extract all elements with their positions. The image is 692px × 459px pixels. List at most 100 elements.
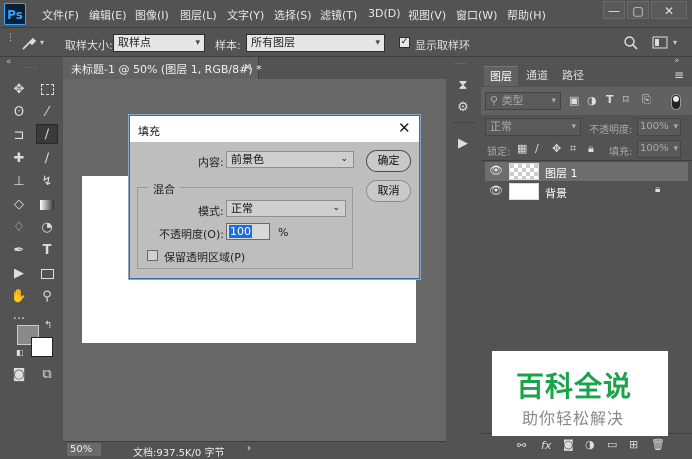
brush-tool-icon[interactable]: ∕	[36, 149, 58, 169]
restore-button[interactable]: ▢	[627, 1, 649, 19]
pen-tool-icon[interactable]: ✒	[8, 241, 30, 261]
menu-type[interactable]: 文字(Y)	[227, 7, 264, 23]
watermark-subtitle: 助你轻松解决	[522, 409, 625, 428]
layer-fill-field[interactable]: 100% ▾	[637, 140, 681, 158]
mode-select[interactable]: 正常 ⌄	[226, 200, 346, 217]
dodge-tool-icon[interactable]: ◔	[36, 218, 58, 238]
layer-row-background[interactable]: 👁︎ 背景 🔒︎	[485, 182, 688, 201]
gradient-tool-icon[interactable]	[36, 195, 58, 215]
menu-3d[interactable]: 3D(D)	[368, 7, 401, 20]
healing-brush-tool-icon[interactable]: ✚	[8, 149, 30, 169]
history-panel-icon[interactable]: ⧗	[452, 76, 474, 96]
layer-filter-select[interactable]: ⚲ 类型 ▾	[485, 92, 561, 110]
search-icon[interactable]	[623, 35, 639, 51]
tab-layers[interactable]: 图层	[484, 66, 518, 86]
properties-panel-icon[interactable]: ⚙	[452, 98, 474, 118]
link-layers-icon[interactable]: ⚯	[517, 439, 526, 452]
menu-image[interactable]: 图像(I)	[135, 7, 169, 23]
filter-smart-object-icon[interactable]: ⎘	[642, 93, 651, 107]
workspace-dropdown-icon[interactable]: ▾	[673, 38, 677, 47]
layer-filter-label: 类型	[501, 94, 524, 107]
menu-select[interactable]: 选择(S)	[274, 7, 312, 23]
delete-layer-icon[interactable]: 🗑︎	[651, 438, 665, 451]
menu-layer[interactable]: 图层(L)	[180, 7, 217, 23]
filter-shape-icon[interactable]: ⌑	[623, 93, 629, 106]
dialog-titlebar[interactable]: 填充 ✕	[130, 116, 419, 142]
ok-button[interactable]: 确定	[366, 150, 411, 172]
type-tool-icon[interactable]: T	[36, 241, 58, 261]
lock-image-icon[interactable]: ∕	[535, 142, 539, 155]
opacity-input-value: 100	[229, 225, 252, 238]
filter-pixel-icon[interactable]: ▣	[569, 94, 579, 107]
filter-adjustment-icon[interactable]: ◑	[587, 94, 597, 107]
close-icon[interactable]: ×	[243, 60, 252, 73]
sample-size-value: 取样点	[118, 36, 151, 49]
close-icon[interactable]: ✕	[398, 119, 411, 137]
clone-stamp-tool-icon[interactable]: ⊥	[8, 172, 30, 192]
status-menu-arrow-icon[interactable]: ›	[247, 443, 251, 454]
tab-channels[interactable]: 通道	[520, 66, 554, 86]
menu-window[interactable]: 窗口(W)	[456, 7, 497, 23]
lock-transparent-icon[interactable]: ▦	[517, 142, 527, 155]
marquee-tool-icon[interactable]	[36, 80, 58, 100]
zoom-tool-icon[interactable]: ⚲	[36, 287, 58, 307]
hand-tool-icon[interactable]: ✋	[8, 287, 30, 307]
content-label: 内容:	[198, 156, 224, 169]
close-window-button[interactable]: ✕	[651, 1, 687, 19]
background-color-swatch[interactable]	[31, 337, 53, 357]
adjustment-layer-icon[interactable]: ◑	[585, 438, 595, 451]
screen-mode-icon[interactable]: ⧉	[36, 365, 58, 385]
sample-select[interactable]: 所有图层 ▾	[246, 34, 385, 52]
fx-icon[interactable]: fx	[541, 439, 551, 452]
workspace-icon[interactable]	[652, 35, 670, 51]
lock-row: 锁定: ▦ ∕ ✥ ⌗ 🔒︎ 填充: 100% ▾	[481, 139, 692, 161]
eye-icon[interactable]: 👁︎	[489, 164, 503, 177]
actions-play-icon[interactable]: ▶	[452, 134, 474, 154]
menu-file[interactable]: 文件(F)	[42, 7, 79, 23]
menu-filter[interactable]: 滤镜(T)	[320, 7, 357, 23]
menu-view[interactable]: 视图(V)	[408, 7, 446, 23]
lasso-tool-icon[interactable]: ʘ	[8, 103, 30, 123]
layer-row-layer1[interactable]: 👁︎ 图层 1	[485, 162, 688, 181]
tab-paths[interactable]: 路径	[556, 66, 590, 86]
minimize-button[interactable]: —	[603, 1, 625, 19]
blur-tool-icon[interactable]: ♢	[8, 218, 30, 238]
opacity-input[interactable]: 100	[226, 223, 270, 240]
blend-mode-select[interactable]: 正常 ▾	[485, 118, 581, 136]
filter-type-icon[interactable]: T	[606, 93, 614, 106]
content-select[interactable]: 前景色 ⌄	[226, 151, 354, 168]
lock-position-icon[interactable]: ✥	[552, 142, 561, 155]
history-brush-tool-icon[interactable]: ↯	[36, 172, 58, 192]
eyedropper-tool-icon[interactable]	[20, 34, 38, 52]
panel-menu-icon[interactable]: ≡	[674, 68, 684, 82]
rectangle-tool-icon[interactable]	[36, 264, 58, 284]
zoom-field[interactable]: 50%	[67, 443, 101, 456]
eye-icon[interactable]: 👁︎	[489, 184, 503, 197]
swap-colors-icon[interactable]: ↰	[44, 320, 52, 331]
new-layer-icon[interactable]: ⊞	[629, 438, 638, 451]
default-colors-icon[interactable]: ◧	[16, 348, 24, 357]
quick-mask-icon[interactable]: ◙	[8, 365, 30, 385]
collapse-arrows-icon[interactable]: «	[6, 57, 12, 67]
new-group-icon[interactable]: ▭	[607, 438, 617, 451]
magic-wand-tool-icon[interactable]: ⁄	[36, 103, 58, 123]
menu-help[interactable]: 帮助(H)	[507, 7, 546, 23]
path-selection-tool-icon[interactable]: ▶	[8, 264, 30, 284]
collapse-arrows-icon[interactable]: »	[674, 56, 680, 66]
filter-toggle[interactable]	[671, 94, 681, 110]
sample-size-select[interactable]: 取样点 ▾	[113, 34, 205, 52]
cancel-button[interactable]: 取消	[366, 180, 411, 202]
layer-opacity-field[interactable]: 100% ▾	[637, 118, 681, 136]
eraser-tool-icon[interactable]: ◇	[8, 195, 30, 215]
show-ring-checkbox[interactable]: ✓	[399, 37, 410, 48]
crop-tool-icon[interactable]: ⊐	[8, 126, 30, 146]
menu-edit[interactable]: 编辑(E)	[89, 7, 127, 23]
preserve-transparency-checkbox[interactable]	[147, 250, 158, 261]
tool-preset-dropdown-icon[interactable]: ▾	[40, 38, 44, 47]
eyedropper-tool-icon[interactable]: ∕	[36, 124, 58, 144]
lock-all-icon[interactable]: 🔒︎	[588, 142, 594, 156]
lock-artboard-icon[interactable]: ⌗	[570, 142, 576, 156]
add-mask-icon[interactable]: ◙	[563, 438, 574, 451]
move-tool-icon[interactable]: ✥	[8, 80, 30, 100]
document-tab[interactable]: 未标题-1 @ 50% (图层 1, RGB/8#) * ×	[63, 57, 262, 79]
